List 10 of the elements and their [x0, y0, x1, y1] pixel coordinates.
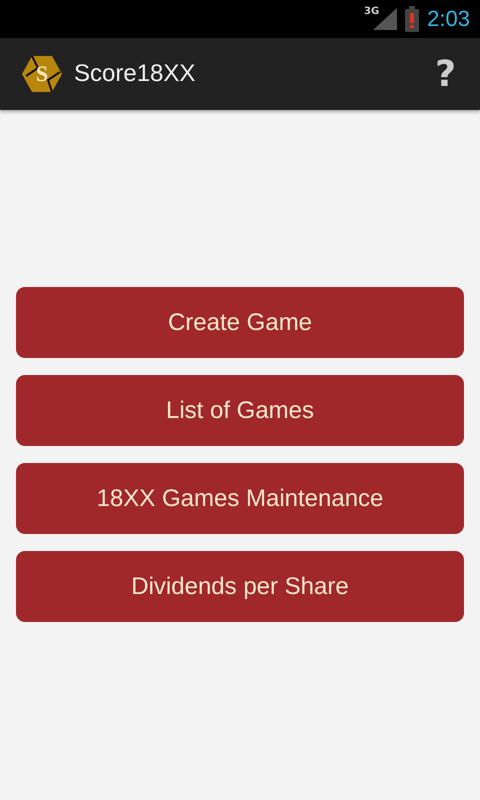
menu-button[interactable]: List of Games: [16, 375, 464, 446]
battery-icon: [405, 6, 420, 32]
menu-button[interactable]: 18XX Games Maintenance: [16, 463, 464, 534]
menu-button[interactable]: Dividends per Share: [16, 551, 464, 622]
app-logo: S: [22, 54, 62, 94]
network-type: 3G: [364, 6, 380, 17]
menu-button[interactable]: Create Game: [16, 287, 464, 358]
help-button[interactable]: ?: [431, 54, 460, 94]
status-time: 2:03: [427, 6, 470, 32]
app-title: Score18XX: [74, 60, 196, 88]
